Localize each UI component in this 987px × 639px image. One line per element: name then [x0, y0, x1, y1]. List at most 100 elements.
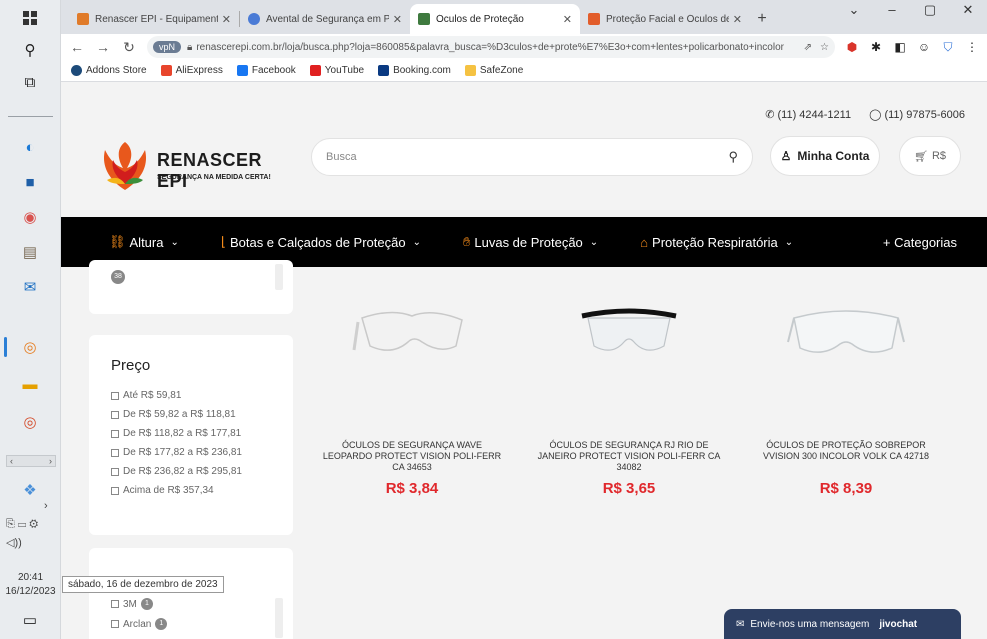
product-image[interactable]	[751, 278, 941, 388]
checkbox[interactable]	[111, 448, 119, 457]
checkbox[interactable]	[111, 391, 119, 400]
network-icon[interactable]: ❖	[18, 478, 42, 502]
checkbox[interactable]	[111, 600, 119, 608]
minimize-button[interactable]: –	[873, 2, 911, 18]
safety-glasses-icon	[352, 311, 463, 351]
close-window-button[interactable]: ✕	[949, 2, 987, 18]
taskbar-scroll[interactable]: ‹ ›	[6, 455, 56, 467]
whatsapp-contact[interactable]: ◯ (11) 97875-6006	[869, 108, 965, 121]
clock[interactable]: 20:41 16/12/2023	[0, 571, 61, 599]
chrome-alt-icon[interactable]: ◎	[18, 410, 42, 434]
product-price: R$ 8,39	[819, 480, 873, 497]
taskbar-divider	[8, 116, 53, 117]
bookmark-facebook[interactable]: Facebook	[236, 65, 296, 76]
nav-item-respiratoria[interactable]: ⌂ Proteção Respiratória ⌄	[640, 235, 793, 250]
edge-icon[interactable]: ◐	[18, 135, 42, 159]
product-card[interactable]: ÓCULOS DE PROTEÇÃO SOBREPOR VVISION 300 …	[751, 278, 941, 497]
close-icon[interactable]: ✕	[733, 13, 742, 26]
task-view-icon[interactable]: ⧉	[18, 70, 42, 94]
site-favicon-icon	[588, 13, 600, 25]
notifications-icon[interactable]: ▭	[18, 608, 42, 632]
store-icon[interactable]: ■	[18, 170, 42, 194]
cart-button[interactable]: 🛒︎ R$	[899, 136, 961, 176]
price-option[interactable]: De R$ 177,82 a R$ 236,81	[111, 447, 271, 458]
bookmark-safezone[interactable]: SafeZone	[464, 65, 523, 76]
close-icon[interactable]: ✕	[393, 13, 402, 26]
price-option[interactable]: De R$ 236,82 a R$ 295,81	[111, 466, 271, 477]
close-icon[interactable]: ✕	[563, 13, 572, 26]
windows-start-icon[interactable]	[18, 6, 42, 30]
checkbox[interactable]	[111, 429, 119, 438]
sidebar-icon[interactable]: ◧	[893, 40, 907, 54]
notes-icon[interactable]: ▤	[18, 240, 42, 264]
product-card[interactable]: ÓCULOS DE SEGURANÇA WAVE LEOPARDO PROTEC…	[317, 278, 507, 497]
tab-oculos[interactable]: Óculos de Proteção ✕	[410, 4, 580, 34]
bookmark-booking[interactable]: Booking.com	[378, 65, 451, 76]
site-logo[interactable]: RENASCER EPI SEGURANÇA NA MEDIDA CERTA!	[97, 138, 297, 198]
tray-icons[interactable]: ⎘ ▭ ⚙	[6, 518, 38, 531]
user-icon: ♙	[780, 149, 792, 163]
close-icon[interactable]: ✕	[222, 13, 231, 26]
bookmark-youtube[interactable]: YouTube	[309, 65, 364, 76]
tab-title: Óculos de Proteção	[436, 13, 524, 25]
checkbox[interactable]	[111, 620, 119, 628]
folder-icon[interactable]: ▬	[18, 372, 42, 396]
search-icon[interactable]: ⚲	[18, 38, 42, 62]
share-icon[interactable]: ⇗	[804, 42, 812, 53]
product-name[interactable]: ÓCULOS DE SEGURANÇA RJ RIO DE JANEIRO PR…	[534, 440, 724, 476]
app-icon[interactable]: ◉	[18, 205, 42, 229]
brand-option[interactable]: 3M 1	[111, 598, 271, 610]
vpn-shield-icon[interactable]: ⛉	[941, 40, 955, 55]
whatsapp-icon: ◯	[869, 109, 885, 121]
price-option[interactable]: De R$ 118,82 a R$ 177,81	[111, 428, 271, 439]
search-input[interactable]: Busca ⚲	[311, 138, 753, 176]
nav-more-categories[interactable]: + Categorias	[883, 235, 957, 250]
maximize-button[interactable]: ▢	[911, 2, 949, 18]
chat-widget-button[interactable]: ✉ Envie-nos uma mensagem jivochat	[724, 609, 961, 639]
menu-icon[interactable]: ⋮	[965, 40, 979, 54]
checkbox[interactable]	[111, 410, 119, 419]
search-placeholder[interactable]: Busca	[326, 151, 728, 163]
back-icon[interactable]: ←	[69, 39, 85, 55]
tab-avental[interactable]: Avental de Segurança em PVC ✕	[240, 4, 410, 34]
forward-icon[interactable]: →	[95, 39, 111, 55]
reload-icon[interactable]: ↻	[121, 39, 137, 56]
account-button[interactable]: ♙ Minha Conta	[770, 136, 880, 176]
profile-icon[interactable]: ☺	[917, 40, 931, 54]
chevron-right-icon[interactable]: ›	[44, 500, 48, 512]
product-image[interactable]	[534, 278, 724, 388]
tab-protecao-facial[interactable]: Proteção Facial e Óculos de Pro ✕	[580, 4, 750, 34]
volume-icon[interactable]: ◁))	[6, 536, 22, 549]
star-icon[interactable]: ☆	[820, 42, 829, 53]
extension-shield-icon[interactable]: ⬢	[845, 40, 859, 54]
price-option[interactable]: De R$ 59,82 a R$ 118,81	[111, 409, 271, 420]
product-name[interactable]: ÓCULOS DE PROTEÇÃO SOBREPOR VVISION 300 …	[751, 440, 941, 476]
vpn-badge[interactable]: vpN	[153, 41, 182, 53]
nav-item-luvas[interactable]: ✋︎ Luvas de Proteção ⌄	[463, 234, 598, 250]
new-tab-button[interactable]: +	[750, 4, 774, 34]
brand-scrollbar[interactable]	[275, 598, 283, 638]
address-bar[interactable]: vpN 🔒︎ renascerepi.com.br/loja/busca.php…	[147, 36, 835, 58]
checkbox[interactable]	[111, 467, 119, 476]
checkbox[interactable]	[111, 486, 119, 495]
price-option[interactable]: Até R$ 59,81	[111, 390, 271, 401]
nav-item-altura[interactable]: ⛓ Altura ⌄	[109, 234, 179, 250]
product-name[interactable]: ÓCULOS DE SEGURANÇA WAVE LEOPARDO PROTEC…	[317, 440, 507, 476]
extension-puzzle-icon[interactable]: ✱	[869, 40, 883, 54]
url-text[interactable]: renascerepi.com.br/loja/busca.php?loja=8…	[196, 42, 797, 53]
chrome-icon[interactable]: ◎	[18, 335, 42, 359]
phone-contact[interactable]: ✆ (11) 4244-1211	[765, 108, 851, 121]
nav-item-botas[interactable]: ⌊ Botas e Calçados de Proteção ⌄	[221, 234, 421, 250]
bookmark-aliexpress[interactable]: AliExpress	[160, 65, 223, 76]
brand-option[interactable]: Arclan 1	[111, 618, 271, 630]
filter-scrollbar[interactable]	[275, 264, 283, 290]
lock-icon[interactable]: 🔒︎	[187, 42, 192, 53]
price-option[interactable]: Acima de R$ 357,34	[111, 485, 271, 496]
bookmark-addons-store[interactable]: Addons Store	[71, 65, 147, 76]
search-icon[interactable]: ⚲	[728, 149, 738, 165]
product-image[interactable]	[317, 278, 507, 388]
tab-renascer[interactable]: Renascer EPI - Equipamentos de ✕	[69, 4, 239, 34]
tab-search-icon[interactable]: ⌄	[835, 2, 873, 18]
product-card[interactable]: ÓCULOS DE SEGURANÇA RJ RIO DE JANEIRO PR…	[534, 278, 724, 497]
mail-icon[interactable]: ✉	[18, 275, 42, 299]
